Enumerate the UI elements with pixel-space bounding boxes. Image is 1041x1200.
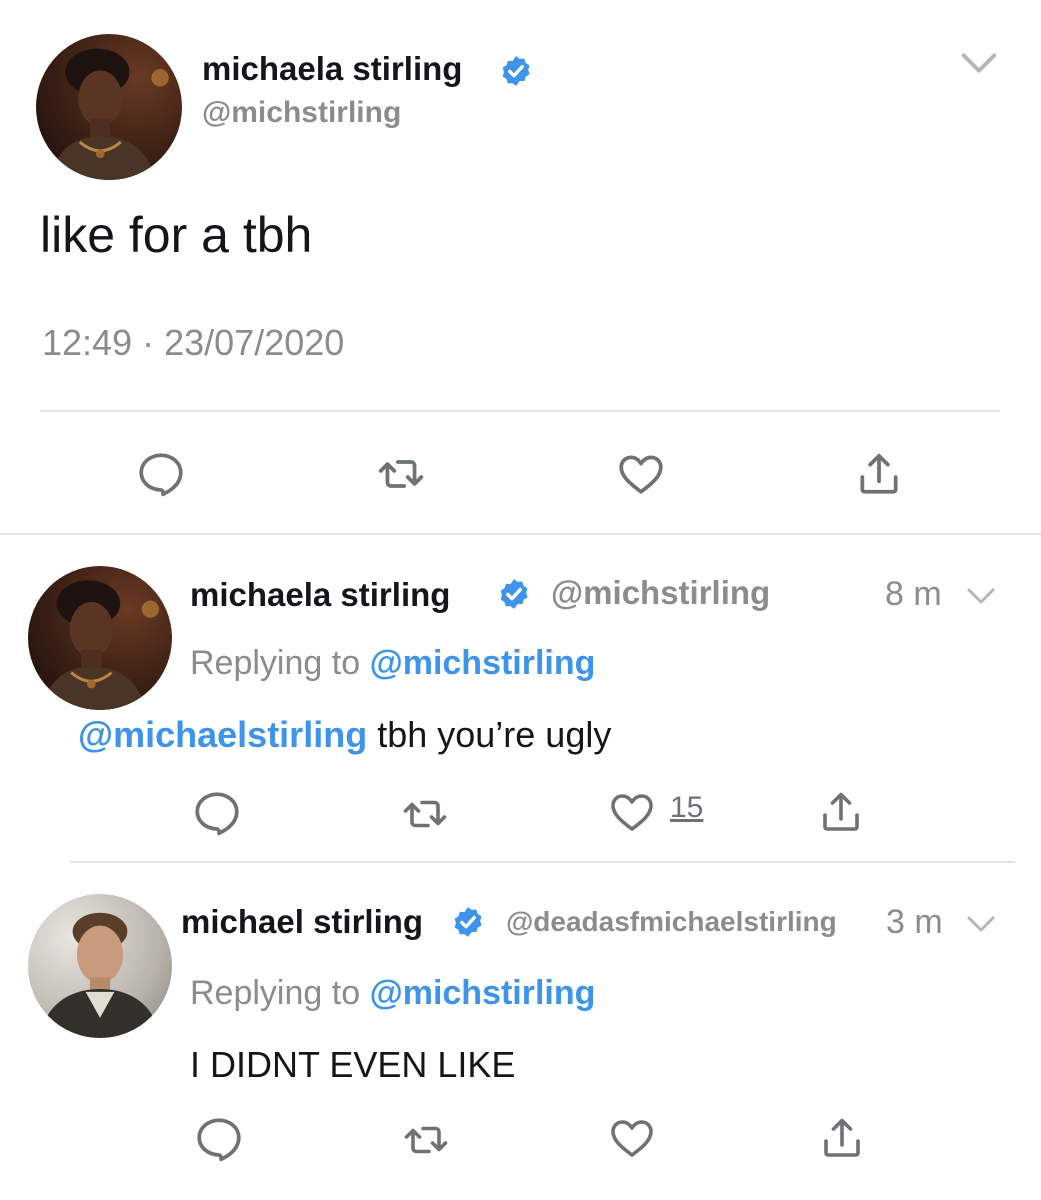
reply-icon[interactable] xyxy=(192,788,242,838)
retweet-icon[interactable] xyxy=(398,790,452,838)
divider xyxy=(0,533,1041,535)
like-icon[interactable] xyxy=(607,1114,657,1162)
tweet-time: 12:49 xyxy=(42,322,133,363)
reply-text: @michaelstirling tbh you’re ugly xyxy=(78,714,611,756)
chevron-down-icon[interactable] xyxy=(963,578,999,614)
reply-author-handle[interactable]: @deadasfmichaelstirling xyxy=(506,906,837,938)
chevron-down-icon[interactable] xyxy=(963,906,999,942)
avatar-michael[interactable] xyxy=(28,894,172,1038)
like-icon[interactable] xyxy=(607,788,657,836)
tweet-text: like for a tbh xyxy=(40,207,313,263)
author-name[interactable]: michaela stirling xyxy=(202,50,462,88)
divider xyxy=(40,410,1000,412)
reply-age: 3 m xyxy=(886,903,943,941)
timestamp-separator: · xyxy=(142,322,155,363)
avatar-michaela[interactable] xyxy=(36,34,182,180)
reply-author-handle[interactable]: @michstirling xyxy=(551,574,770,612)
chevron-down-icon[interactable] xyxy=(956,40,1002,86)
verified-badge-icon xyxy=(497,577,531,611)
reply-body: tbh you’re ugly xyxy=(377,714,612,755)
like-icon[interactable] xyxy=(615,449,667,499)
share-icon[interactable] xyxy=(818,1114,866,1162)
reply-icon[interactable] xyxy=(194,1114,244,1164)
replying-to-label: Replying to xyxy=(190,644,361,682)
reply-body: I DIDNT EVEN LIKE xyxy=(190,1044,516,1085)
author-handle[interactable]: @michstirling xyxy=(202,96,401,130)
tweet-date: 23/07/2020 xyxy=(164,322,345,363)
replying-to: Replying to @michstirling xyxy=(190,644,595,683)
avatar-michaela[interactable] xyxy=(28,566,172,710)
divider xyxy=(70,861,1015,863)
replying-to: Replying to @michstirling xyxy=(190,974,595,1013)
tweet-timestamp: 12:49 · 23/07/2020 xyxy=(42,322,344,364)
reply-author-name[interactable]: michael stirling xyxy=(181,903,423,941)
verified-badge-icon xyxy=(499,54,533,88)
share-icon[interactable] xyxy=(817,788,865,836)
replying-to-handle[interactable]: @michstirling xyxy=(370,974,596,1012)
like-count[interactable]: 15 xyxy=(670,791,703,825)
reply-author-name[interactable]: michaela stirling xyxy=(190,576,450,614)
retweet-icon[interactable] xyxy=(374,449,428,499)
reply-age: 8 m xyxy=(885,575,942,613)
retweet-icon[interactable] xyxy=(399,1116,453,1164)
replying-to-label: Replying to xyxy=(190,974,361,1012)
verified-badge-icon xyxy=(451,905,485,939)
share-icon[interactable] xyxy=(854,449,904,499)
replying-to-handle[interactable]: @michstirling xyxy=(370,644,596,682)
mention-link[interactable]: @michaelstirling xyxy=(78,714,367,755)
reply-icon[interactable] xyxy=(136,449,186,499)
